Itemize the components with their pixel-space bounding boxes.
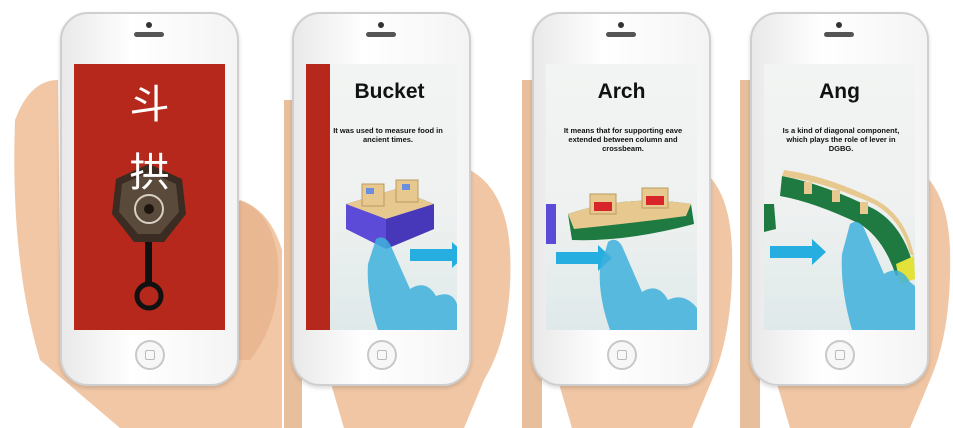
pointing-finger-icon bbox=[367, 237, 457, 330]
pointing-finger-icon bbox=[841, 221, 915, 330]
screen-arch[interactable]: Arch It means that for supporting eave e… bbox=[546, 64, 697, 330]
front-camera bbox=[378, 22, 384, 28]
character-gong: 拱 bbox=[129, 150, 170, 196]
smartphone: Arch It means that for supporting eave e… bbox=[532, 12, 711, 386]
home-button[interactable] bbox=[135, 340, 165, 370]
speaker-grille bbox=[134, 32, 164, 37]
front-camera bbox=[836, 22, 842, 28]
smartphone: 斗 拱 bbox=[60, 12, 239, 386]
front-camera bbox=[146, 22, 152, 28]
panel-intro: 斗 拱 bbox=[0, 0, 282, 428]
character-dou: 斗 bbox=[129, 82, 170, 128]
speaker-grille bbox=[606, 32, 636, 37]
home-button[interactable] bbox=[367, 340, 397, 370]
smartphone: Bucket It was used to measure food in an… bbox=[292, 12, 471, 386]
smartphone: Ang Is a kind of diagonal component, whi… bbox=[750, 12, 929, 386]
front-camera bbox=[618, 22, 624, 28]
screen-bucket[interactable]: Bucket It was used to measure food in an… bbox=[306, 64, 457, 330]
panel-ang: Ang Is a kind of diagonal component, whi… bbox=[740, 0, 953, 428]
speaker-grille bbox=[824, 32, 854, 37]
panel-arch: Arch It means that for supporting eave e… bbox=[522, 0, 734, 428]
pointing-finger-icon bbox=[599, 239, 697, 330]
panel-bucket: Bucket It was used to measure food in an… bbox=[284, 0, 518, 428]
home-button[interactable] bbox=[607, 340, 637, 370]
screen-door-image[interactable]: 斗 拱 bbox=[74, 64, 225, 330]
home-button[interactable] bbox=[825, 340, 855, 370]
screen-ang[interactable]: Ang Is a kind of diagonal component, whi… bbox=[764, 64, 915, 330]
speaker-grille bbox=[366, 32, 396, 37]
